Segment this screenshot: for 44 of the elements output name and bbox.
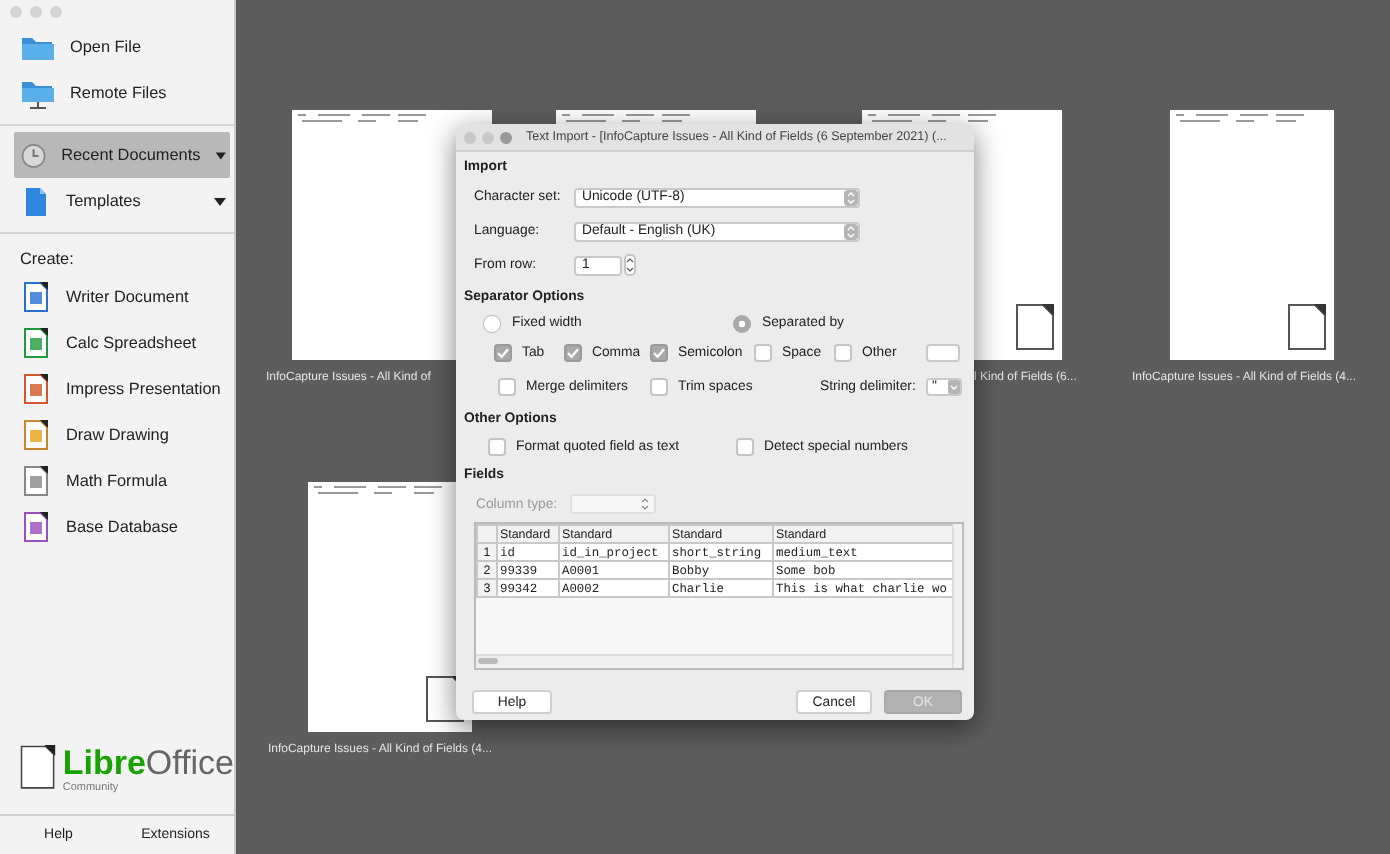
sidebar-item[interactable]: Math Formula	[14, 458, 230, 504]
document-icon	[20, 418, 52, 452]
sidebar-item[interactable]: Remote Files	[14, 70, 230, 116]
scrollbar[interactable]	[476, 654, 954, 668]
document-icon	[20, 510, 52, 544]
dropdown-arrow-icon[interactable]	[212, 193, 228, 209]
document-icon	[20, 280, 52, 314]
stepper-icon	[640, 496, 650, 512]
stepper-icon	[844, 223, 858, 239]
document-icon	[20, 464, 52, 498]
network-folder-icon	[20, 77, 56, 109]
logo-wordmark: LibreOffice	[62, 746, 234, 780]
clock-icon	[20, 139, 48, 171]
document-thumbnail[interactable]	[1170, 110, 1334, 360]
sidebar-item[interactable]: Recent Documents	[14, 132, 230, 178]
checkbox[interactable]	[736, 438, 754, 456]
checkbox[interactable]	[498, 378, 516, 396]
checkbox[interactable]	[494, 344, 512, 362]
sidebar-item[interactable]: Templates	[14, 178, 230, 224]
radio-button[interactable]	[482, 313, 502, 333]
sidebar-item[interactable]: Draw Drawing	[14, 412, 230, 458]
dropdown-arrow-icon	[948, 380, 960, 394]
template-icon	[20, 185, 52, 217]
sidebar-item[interactable]: Open File	[14, 24, 230, 70]
checkbox[interactable]	[650, 344, 668, 362]
checkbox[interactable]	[650, 378, 668, 396]
checkbox[interactable]	[488, 438, 506, 456]
sidebar-item[interactable]: Writer Document	[14, 274, 230, 320]
document-icon	[20, 326, 52, 360]
checkbox[interactable]	[564, 344, 582, 362]
document-icon	[1286, 302, 1330, 352]
checkbox[interactable]	[834, 344, 852, 362]
radio-button[interactable]	[732, 313, 752, 333]
sidebar-item[interactable]: Base Database	[14, 504, 230, 550]
document-icon	[20, 372, 52, 406]
dropdown-arrow-icon[interactable]	[214, 147, 228, 163]
stepper-icon	[844, 189, 858, 205]
document-thumbnail[interactable]	[308, 482, 472, 732]
other-separator-field[interactable]	[926, 344, 960, 362]
checkbox[interactable]	[754, 344, 772, 362]
sidebar-item[interactable]: Impress Presentation	[14, 366, 230, 412]
spin-buttons[interactable]	[624, 254, 636, 276]
sidebar-item[interactable]: Calc Spreadsheet	[14, 320, 230, 366]
section-heading: Create:	[18, 248, 76, 272]
